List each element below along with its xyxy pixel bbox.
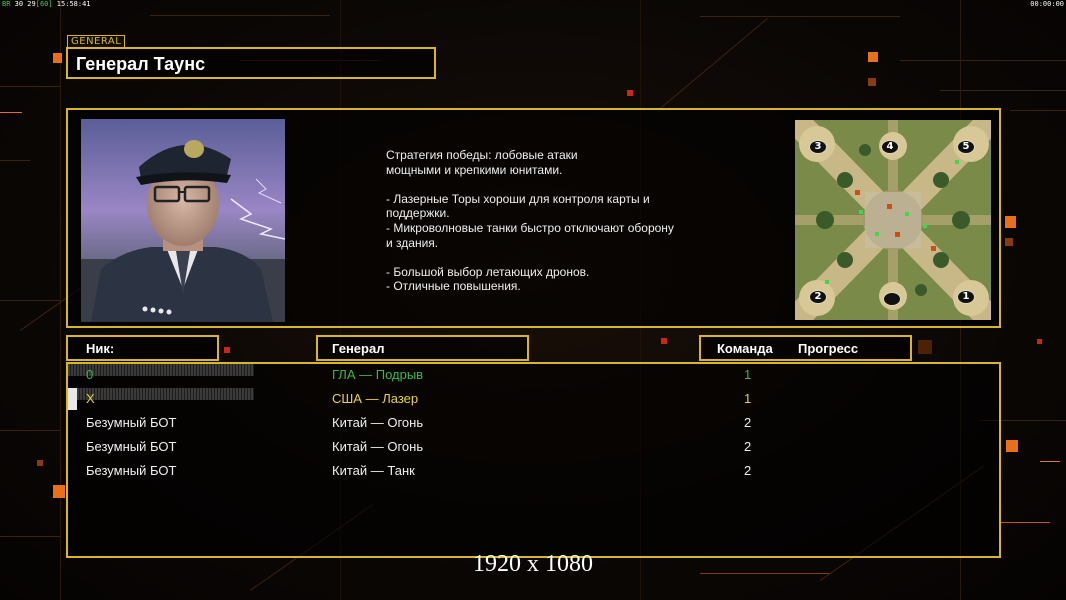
map-start-marker-4[interactable]: 4	[881, 140, 899, 154]
player-team: 2	[744, 415, 752, 430]
player-nick: Безумный БОТ	[86, 439, 177, 454]
player-row[interactable]: Безумный БОТ Китай — Танк 2	[68, 460, 999, 482]
column-general-label: Генерал	[332, 341, 385, 356]
status-timer: 00:00:00	[1030, 0, 1064, 8]
player-general: Китай — Танк	[332, 463, 415, 478]
player-nick: X	[86, 391, 95, 406]
player-nick: Безумный БОТ	[86, 415, 177, 430]
player-general: Китай — Огонь	[332, 415, 424, 430]
column-team-label: Команда	[717, 341, 773, 356]
player-team: 2	[744, 463, 752, 478]
general-name: Генерал Таунс	[76, 54, 206, 74]
map-start-marker-3[interactable]: 3	[809, 140, 827, 154]
general-info-panel: Стратегия победы: лобовые атаки мощными …	[66, 108, 1001, 328]
player-list: 0 ГЛА — Подрыв 1 X США — Лазер 1 Безумны…	[66, 362, 1001, 558]
player-general: ГЛА — Подрыв	[332, 367, 424, 382]
status-fps: [60]	[35, 0, 53, 8]
map-start-marker-empty[interactable]	[883, 292, 901, 306]
player-row[interactable]: Безумный БОТ Китай — Огонь 2	[68, 412, 999, 434]
general-portrait	[81, 119, 285, 322]
player-nick: Безумный БОТ	[86, 463, 177, 478]
player-row[interactable]: X США — Лазер 1	[68, 388, 999, 410]
player-team: 1	[744, 391, 752, 406]
column-progress-label: Прогресс	[798, 341, 859, 356]
map-preview[interactable]: 3 4 5 2 1	[795, 120, 991, 320]
general-title-box: Генерал Таунс	[66, 47, 436, 79]
player-team: 2	[744, 439, 752, 454]
column-header-general: Генерал	[316, 335, 529, 361]
status-readout: BR 30 29[60] 15:58:41	[2, 0, 91, 9]
progress-fill	[68, 388, 78, 410]
map-start-marker-5[interactable]: 5	[957, 140, 975, 154]
player-row[interactable]: Безумный БОТ Китай — Огонь 2	[68, 436, 999, 458]
map-start-marker-1[interactable]: 1	[957, 290, 975, 304]
map-start-marker-2[interactable]: 2	[809, 290, 827, 304]
column-nick-label: Ник:	[86, 341, 115, 356]
player-progress-bar	[68, 364, 254, 376]
player-progress-bar	[68, 388, 254, 410]
resolution-watermark: 1920 x 1080	[473, 551, 593, 577]
player-team: 1	[744, 367, 752, 382]
player-general: США — Лазер	[332, 391, 419, 406]
column-header-team-progress: Команда Прогресс	[699, 335, 912, 361]
player-nick: 0	[86, 367, 94, 382]
status-numbers: 30 29	[10, 0, 36, 8]
general-description: Стратегия победы: лобовые атаки мощными …	[386, 148, 674, 294]
status-clock: 15:58:41	[52, 0, 91, 8]
column-header-nick: Ник:	[66, 335, 219, 361]
player-general: Китай — Огонь	[332, 439, 424, 454]
player-row[interactable]: 0 ГЛА — Подрыв 1	[68, 364, 999, 386]
